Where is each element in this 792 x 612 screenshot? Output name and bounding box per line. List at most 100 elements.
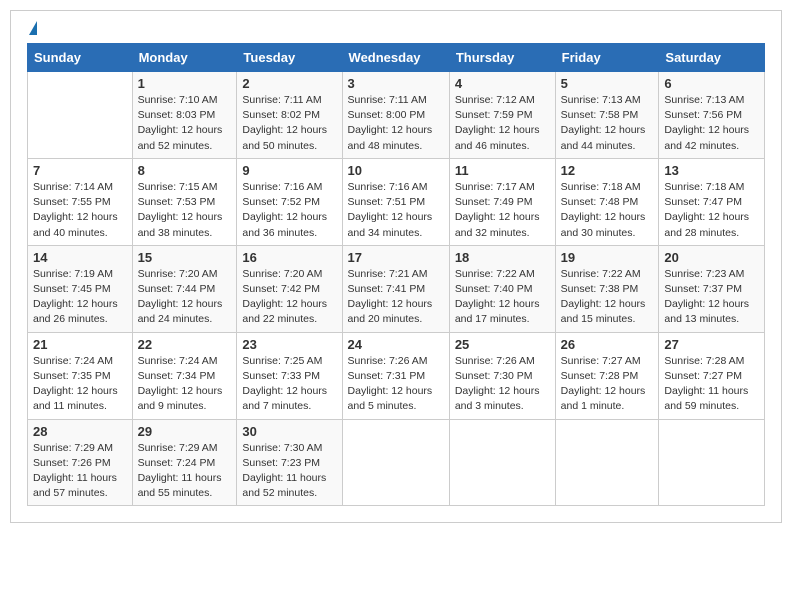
header <box>27 21 765 35</box>
day-number: 30 <box>242 424 336 439</box>
day-cell: 5Sunrise: 7:13 AM Sunset: 7:58 PM Daylig… <box>555 72 659 159</box>
day-cell: 14 Sunrise: 7:19 AM Sunset: 7:45 PM Dayli… <box>28 245 133 332</box>
day-number: 13 <box>664 163 759 178</box>
day-cell: 8 Sunrise: 7:15 AM Sunset: 7:53 PM Daylig… <box>132 158 237 245</box>
day-info: Sunrise: 7:22 AM Sunset: 7:40 PM Dayligh… <box>455 267 550 328</box>
logo-triangle-icon <box>29 21 37 35</box>
day-number: 15 <box>138 250 232 265</box>
header-row: SundayMondayTuesdayWednesdayThursdayFrid… <box>28 44 765 72</box>
day-cell: 23 Sunrise: 7:25 AM Sunset: 7:33 PM Dayli… <box>237 332 342 419</box>
day-cell: 20Sunrise: 7:23 AM Sunset: 7:37 PM Dayli… <box>659 245 765 332</box>
day-cell: 21 Sunrise: 7:24 AM Sunset: 7:35 PM Dayli… <box>28 332 133 419</box>
day-info: Sunrise: 7:20 AM Sunset: 7:42 PM Dayligh… <box>242 267 336 328</box>
day-number: 5 <box>561 76 654 91</box>
day-cell: 3 Sunrise: 7:11 AM Sunset: 8:00 PM Daylig… <box>342 72 449 159</box>
day-cell: 24 Sunrise: 7:26 AM Sunset: 7:31 PM Dayli… <box>342 332 449 419</box>
day-info: Sunrise: 7:21 AM Sunset: 7:41 PM Dayligh… <box>348 267 444 328</box>
day-cell: 30 Sunrise: 7:30 AM Sunset: 7:23 PM Dayli… <box>237 419 342 506</box>
day-info: Sunrise: 7:14 AM Sunset: 7:55 PM Dayligh… <box>33 180 127 241</box>
day-cell: 2 Sunrise: 7:11 AM Sunset: 8:02 PM Daylig… <box>237 72 342 159</box>
day-cell: 1 Sunrise: 7:10 AM Sunset: 8:03 PM Daylig… <box>132 72 237 159</box>
day-number: 2 <box>242 76 336 91</box>
day-cell: 13 Sunrise: 7:18 AM Sunset: 7:47 PM Dayli… <box>659 158 765 245</box>
day-info: Sunrise: 7:22 AM Sunset: 7:38 PM Dayligh… <box>561 267 654 328</box>
day-cell: 16 Sunrise: 7:20 AM Sunset: 7:42 PM Dayli… <box>237 245 342 332</box>
day-cell: 10Sunrise: 7:16 AM Sunset: 7:51 PM Dayli… <box>342 158 449 245</box>
day-cell: 25Sunrise: 7:26 AM Sunset: 7:30 PM Dayli… <box>449 332 555 419</box>
day-number: 27 <box>664 337 759 352</box>
day-number: 20 <box>664 250 759 265</box>
day-number: 6 <box>664 76 759 91</box>
day-number: 26 <box>561 337 654 352</box>
day-cell: 17 Sunrise: 7:21 AM Sunset: 7:41 PM Dayli… <box>342 245 449 332</box>
day-number: 14 <box>33 250 127 265</box>
day-number: 25 <box>455 337 550 352</box>
day-number: 23 <box>242 337 336 352</box>
day-info: Sunrise: 7:26 AM Sunset: 7:31 PM Dayligh… <box>348 354 444 415</box>
day-cell <box>342 419 449 506</box>
week-row-5: 28Sunrise: 7:29 AM Sunset: 7:26 PM Dayli… <box>28 419 765 506</box>
day-number: 9 <box>242 163 336 178</box>
day-info: Sunrise: 7:19 AM Sunset: 7:45 PM Dayligh… <box>33 267 127 328</box>
day-info: Sunrise: 7:24 AM Sunset: 7:35 PM Dayligh… <box>33 354 127 415</box>
day-info: Sunrise: 7:17 AM Sunset: 7:49 PM Dayligh… <box>455 180 550 241</box>
day-cell: 11 Sunrise: 7:17 AM Sunset: 7:49 PM Dayli… <box>449 158 555 245</box>
week-row-2: 7 Sunrise: 7:14 AM Sunset: 7:55 PM Daylig… <box>28 158 765 245</box>
day-number: 19 <box>561 250 654 265</box>
day-number: 12 <box>561 163 654 178</box>
week-row-4: 21 Sunrise: 7:24 AM Sunset: 7:35 PM Dayli… <box>28 332 765 419</box>
day-info: Sunrise: 7:25 AM Sunset: 7:33 PM Dayligh… <box>242 354 336 415</box>
day-cell: 15 Sunrise: 7:20 AM Sunset: 7:44 PM Dayli… <box>132 245 237 332</box>
col-header-tuesday: Tuesday <box>237 44 342 72</box>
day-number: 24 <box>348 337 444 352</box>
calendar-container: SundayMondayTuesdayWednesdayThursdayFrid… <box>10 10 782 523</box>
col-header-monday: Monday <box>132 44 237 72</box>
day-cell <box>659 419 765 506</box>
day-number: 3 <box>348 76 444 91</box>
day-cell: 19 Sunrise: 7:22 AM Sunset: 7:38 PM Dayli… <box>555 245 659 332</box>
day-info: Sunrise: 7:29 AM Sunset: 7:24 PM Dayligh… <box>138 441 232 502</box>
day-cell <box>28 72 133 159</box>
day-info: Sunrise: 7:18 AM Sunset: 7:48 PM Dayligh… <box>561 180 654 241</box>
day-cell: 28Sunrise: 7:29 AM Sunset: 7:26 PM Dayli… <box>28 419 133 506</box>
day-cell <box>555 419 659 506</box>
day-cell: 4 Sunrise: 7:12 AM Sunset: 7:59 PM Daylig… <box>449 72 555 159</box>
day-number: 8 <box>138 163 232 178</box>
day-info: Sunrise: 7:10 AM Sunset: 8:03 PM Dayligh… <box>138 93 232 154</box>
week-row-1: 1 Sunrise: 7:10 AM Sunset: 8:03 PM Daylig… <box>28 72 765 159</box>
day-number: 17 <box>348 250 444 265</box>
day-number: 4 <box>455 76 550 91</box>
day-info: Sunrise: 7:20 AM Sunset: 7:44 PM Dayligh… <box>138 267 232 328</box>
day-info: Sunrise: 7:24 AM Sunset: 7:34 PM Dayligh… <box>138 354 232 415</box>
day-info: Sunrise: 7:16 AM Sunset: 7:51 PM Dayligh… <box>348 180 444 241</box>
day-number: 22 <box>138 337 232 352</box>
day-info: Sunrise: 7:12 AM Sunset: 7:59 PM Dayligh… <box>455 93 550 154</box>
day-number: 7 <box>33 163 127 178</box>
day-number: 11 <box>455 163 550 178</box>
day-number: 21 <box>33 337 127 352</box>
day-cell: 29 Sunrise: 7:29 AM Sunset: 7:24 PM Dayli… <box>132 419 237 506</box>
day-info: Sunrise: 7:11 AM Sunset: 8:02 PM Dayligh… <box>242 93 336 154</box>
day-cell: 6Sunrise: 7:13 AM Sunset: 7:56 PM Daylig… <box>659 72 765 159</box>
col-header-sunday: Sunday <box>28 44 133 72</box>
day-cell: 9 Sunrise: 7:16 AM Sunset: 7:52 PM Daylig… <box>237 158 342 245</box>
day-number: 28 <box>33 424 127 439</box>
day-number: 29 <box>138 424 232 439</box>
calendar-table: SundayMondayTuesdayWednesdayThursdayFrid… <box>27 43 765 506</box>
day-cell: 18Sunrise: 7:22 AM Sunset: 7:40 PM Dayli… <box>449 245 555 332</box>
day-info: Sunrise: 7:16 AM Sunset: 7:52 PM Dayligh… <box>242 180 336 241</box>
day-cell: 7 Sunrise: 7:14 AM Sunset: 7:55 PM Daylig… <box>28 158 133 245</box>
day-cell: 27 Sunrise: 7:28 AM Sunset: 7:27 PM Dayli… <box>659 332 765 419</box>
logo <box>27 21 37 35</box>
col-header-thursday: Thursday <box>449 44 555 72</box>
day-info: Sunrise: 7:11 AM Sunset: 8:00 PM Dayligh… <box>348 93 444 154</box>
day-cell: 26 Sunrise: 7:27 AM Sunset: 7:28 PM Dayli… <box>555 332 659 419</box>
day-info: Sunrise: 7:18 AM Sunset: 7:47 PM Dayligh… <box>664 180 759 241</box>
day-info: Sunrise: 7:30 AM Sunset: 7:23 PM Dayligh… <box>242 441 336 502</box>
day-info: Sunrise: 7:15 AM Sunset: 7:53 PM Dayligh… <box>138 180 232 241</box>
col-header-friday: Friday <box>555 44 659 72</box>
day-number: 1 <box>138 76 232 91</box>
day-info: Sunrise: 7:28 AM Sunset: 7:27 PM Dayligh… <box>664 354 759 415</box>
day-number: 16 <box>242 250 336 265</box>
day-info: Sunrise: 7:27 AM Sunset: 7:28 PM Dayligh… <box>561 354 654 415</box>
